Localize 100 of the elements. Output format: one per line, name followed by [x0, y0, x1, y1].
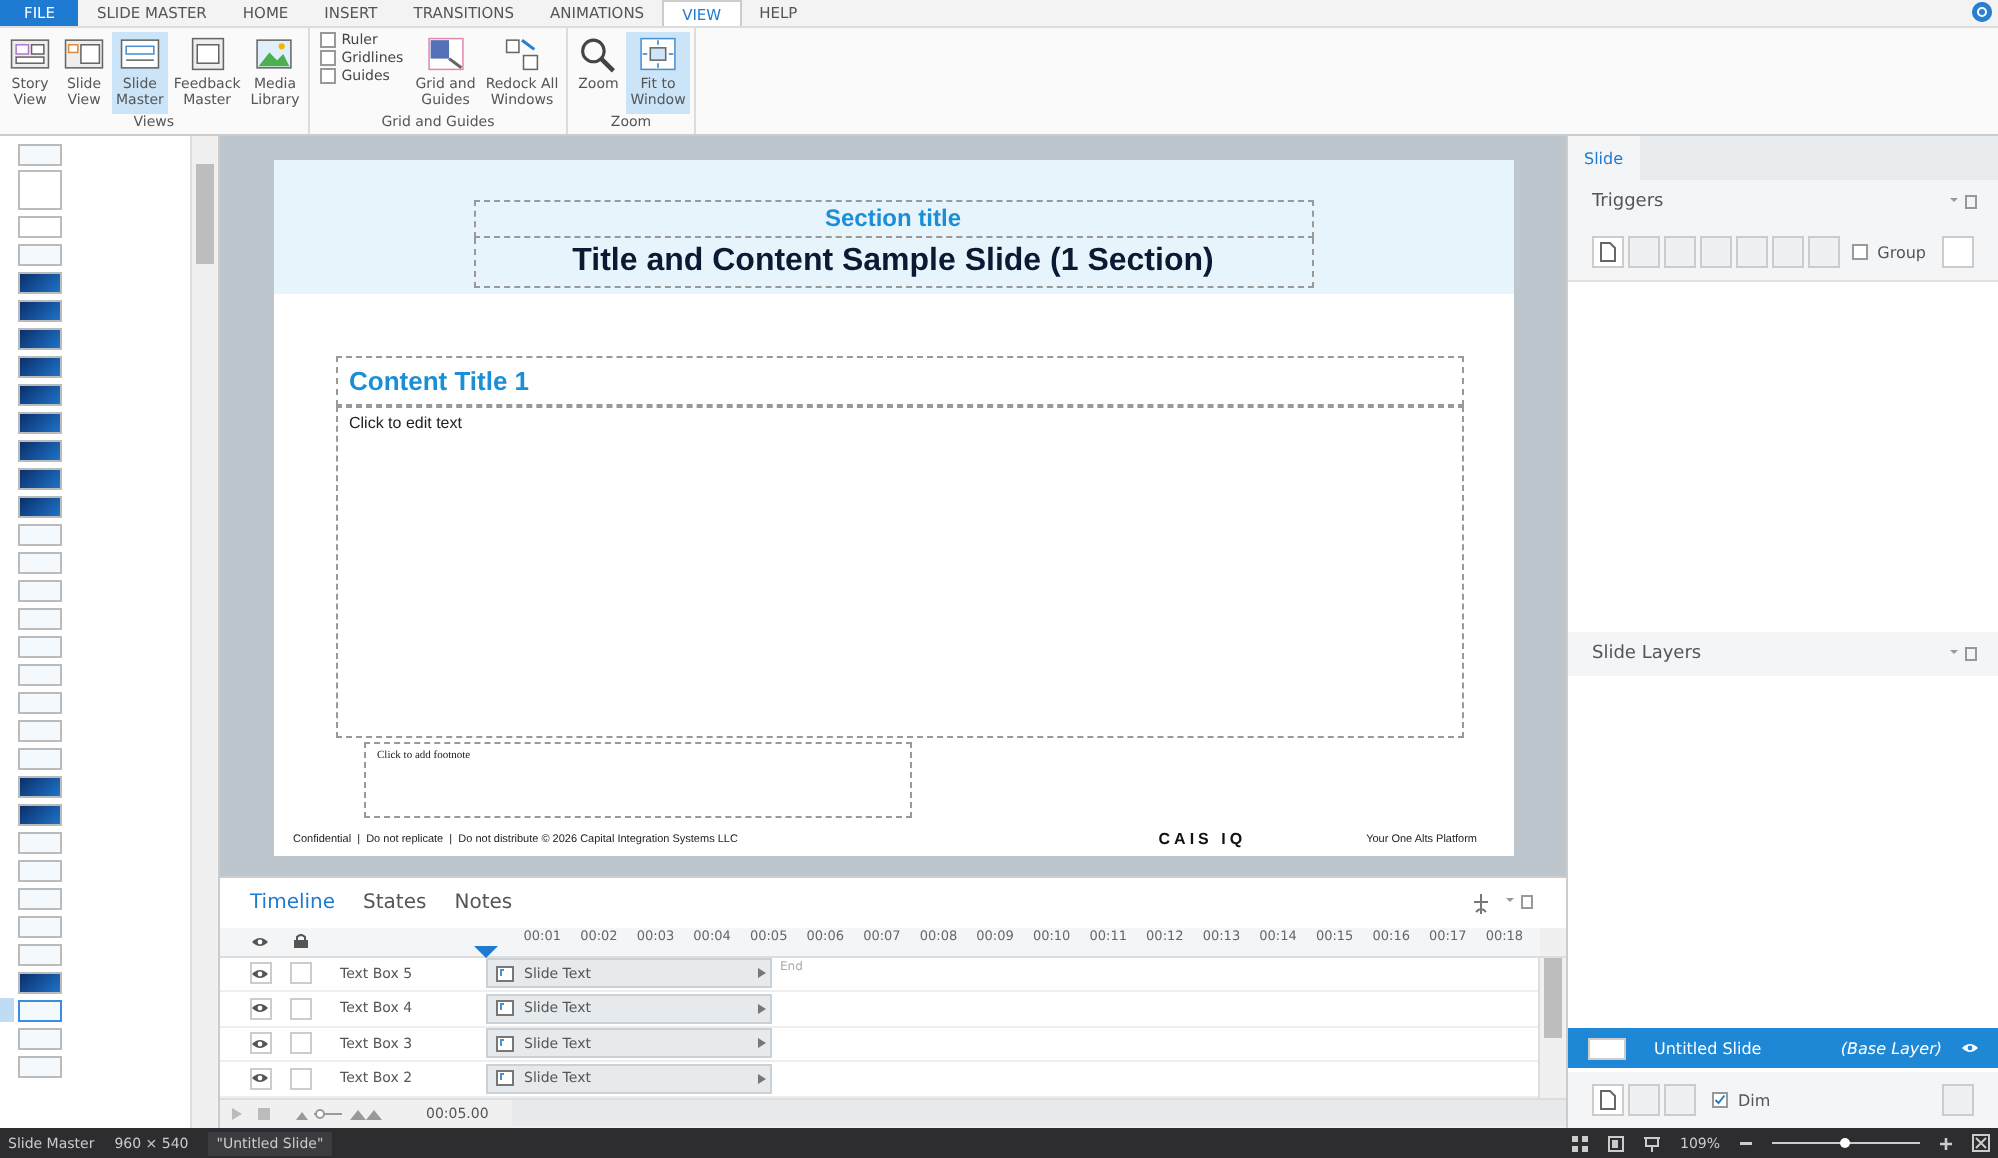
slide-thumbnail[interactable] — [18, 299, 62, 321]
slide-thumbnail[interactable] — [18, 439, 62, 461]
slide-thumbnail[interactable] — [18, 170, 62, 210]
slide-thumbnail[interactable] — [18, 495, 62, 517]
slide-thumbnail[interactable] — [18, 747, 62, 769]
playhead-icon[interactable] — [474, 946, 498, 959]
text-box-icon — [496, 965, 514, 982]
window-icon[interactable] — [1950, 645, 1978, 661]
slide-thumbnail[interactable] — [18, 887, 62, 909]
anchor-icon[interactable] — [1472, 894, 1490, 914]
text-box-icon — [496, 1000, 514, 1017]
arrow-icon[interactable] — [758, 1038, 766, 1049]
slide-thumbnail[interactable] — [18, 1055, 62, 1077]
lock-icon[interactable] — [293, 934, 307, 949]
lock-toggle[interactable] — [289, 1067, 311, 1090]
search-icon — [576, 34, 621, 74]
scrollbar[interactable] — [512, 1100, 1566, 1127]
slide-thumbnail[interactable] — [18, 143, 62, 165]
slide-thumbnail[interactable] — [18, 859, 62, 881]
settings-button[interactable] — [1942, 1084, 1974, 1116]
arrow-icon[interactable] — [758, 1003, 766, 1014]
timeline-tab[interactable]: Timeline — [250, 892, 336, 915]
slide-thumbnail[interactable] — [18, 271, 62, 293]
slide-thumbnail[interactable] — [18, 775, 62, 797]
stop-icon[interactable] — [258, 1107, 270, 1120]
slide-thumbnail[interactable] — [18, 383, 62, 405]
visibility-icon[interactable] — [252, 1037, 268, 1050]
play-icon[interactable] — [232, 1107, 242, 1120]
layer-thumbnail — [1588, 1037, 1626, 1059]
checkbox[interactable] — [1712, 1092, 1728, 1108]
scrollbar-thumb[interactable] — [196, 164, 214, 264]
lock-toggle[interactable] — [289, 1032, 311, 1055]
checkbox[interactable] — [319, 50, 336, 66]
slide-thumbnail[interactable] — [18, 719, 62, 741]
slide-thumbnail[interactable] — [18, 663, 62, 685]
timeline-tab[interactable]: States — [363, 892, 427, 915]
scrollbar[interactable] — [1538, 957, 1566, 1098]
slide-icon — [117, 34, 162, 74]
layer-row[interactable]: Untitled Slide (Base Layer) — [1568, 1028, 1998, 1068]
slide-thumbnail[interactable] — [18, 915, 62, 937]
new-layer-button[interactable] — [1592, 1084, 1624, 1116]
text-box-icon — [496, 1035, 514, 1052]
layout-button[interactable] — [1942, 236, 1974, 268]
arrow-icon[interactable] — [758, 1073, 766, 1084]
checkbox-label: Dim — [1738, 1091, 1771, 1109]
slide-thumbnail[interactable] — [18, 467, 62, 489]
slide-thumbnail[interactable] — [18, 691, 62, 713]
timeline-tab[interactable]: Notes — [454, 892, 513, 915]
presentation-icon[interactable] — [1643, 1135, 1660, 1151]
layer-name: Untitled Slide — [1654, 1039, 1764, 1057]
slide-thumbnail[interactable] — [18, 607, 62, 629]
slide-thumbnail[interactable] — [18, 999, 62, 1021]
slide-thumbnail[interactable] — [18, 551, 62, 573]
eye-icon[interactable] — [252, 935, 268, 948]
slide-thumbnail[interactable] — [18, 523, 62, 545]
arrow-icon[interactable] — [758, 968, 766, 979]
panel-icon[interactable] — [1607, 1135, 1624, 1151]
lock-toggle[interactable] — [289, 997, 311, 1020]
grid-icon[interactable] — [1571, 1135, 1588, 1151]
slide-tab[interactable]: Slide — [1568, 136, 1640, 180]
slide-thumbnail[interactable] — [18, 243, 62, 265]
help-icon[interactable] — [1972, 2, 1992, 22]
visibility-icon[interactable] — [252, 1002, 268, 1015]
checkbox[interactable] — [1851, 244, 1868, 260]
slide-title[interactable]: Title and Content Sample Slide (1 Section) — [473, 238, 1313, 288]
plus-icon[interactable] — [1940, 1137, 1952, 1149]
slide-thumbnail[interactable] — [18, 579, 62, 601]
minus-icon[interactable] — [1740, 1141, 1752, 1145]
slide-thumbnail[interactable] — [18, 803, 62, 825]
window-icon[interactable] — [1506, 894, 1534, 910]
slide-thumbnail[interactable] — [18, 215, 62, 237]
toolbar-button[interactable] — [1808, 236, 1840, 268]
slide-thumbnail[interactable] — [18, 943, 62, 965]
content-title[interactable]: Content Title 1 — [335, 356, 1463, 406]
slide-thumbnail[interactable] — [18, 831, 62, 853]
scrollbar-thumb[interactable] — [1544, 957, 1562, 1038]
slide-thumbnail[interactable] — [18, 411, 62, 433]
toolbar-button[interactable] — [1772, 236, 1804, 268]
scrollbar[interactable] — [190, 136, 218, 1128]
eye-icon[interactable] — [1962, 1042, 1978, 1054]
visibility-icon[interactable] — [252, 967, 268, 980]
slide-thumbnail[interactable] — [18, 1027, 62, 1049]
visibility-icon[interactable] — [252, 1072, 268, 1085]
fit-icon[interactable] — [1972, 1134, 1990, 1152]
checkbox[interactable] — [319, 68, 336, 84]
slide-thumbnail[interactable] — [18, 355, 62, 377]
slide-thumbnail[interactable] — [18, 971, 62, 993]
new-page-icon — [1600, 242, 1616, 262]
toolbar-button[interactable] — [1700, 236, 1732, 268]
toolbar-button[interactable] — [1664, 236, 1696, 268]
lock-toggle[interactable] — [289, 962, 311, 985]
new-trigger-button[interactable] — [1592, 236, 1624, 268]
body-placeholder[interactable]: Click to edit text — [335, 406, 1463, 738]
toolbar-button[interactable] — [1664, 1084, 1696, 1116]
toolbar-button[interactable] — [1736, 236, 1768, 268]
slide-thumbnail[interactable] — [18, 635, 62, 657]
slide-thumbnail[interactable] — [18, 327, 62, 349]
window-icon[interactable] — [1950, 194, 1978, 210]
checkbox[interactable] — [319, 32, 336, 48]
new-page-icon — [1600, 1090, 1616, 1110]
